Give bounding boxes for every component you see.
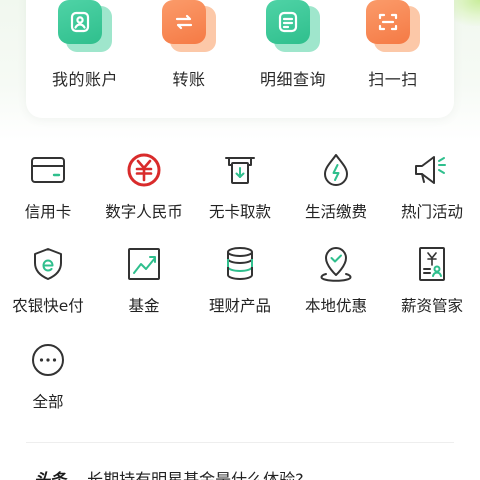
- service-e-pay[interactable]: 农银快e付: [0, 244, 96, 316]
- service-label: 无卡取款: [208, 203, 271, 221]
- credit-card-icon: [28, 150, 68, 190]
- quick-action-label: 扫一扫: [368, 70, 418, 89]
- e-pay-icon: [28, 244, 68, 284]
- quick-action-scan[interactable]: 扫一扫: [348, 0, 438, 90]
- quick-action-transfer[interactable]: 转账: [144, 0, 234, 90]
- more-icon: [28, 340, 68, 380]
- service-label: 生活缴费: [304, 203, 367, 221]
- quick-action-details[interactable]: 明细查询: [248, 0, 338, 90]
- quick-action-label: 转账: [172, 70, 206, 89]
- headline-news[interactable]: 头条 长期持有明星基金是什么体验?: [34, 466, 304, 480]
- service-salary-manager[interactable]: 薪资管家: [384, 244, 480, 316]
- service-wealth-products[interactable]: 理财产品: [192, 244, 288, 316]
- fund-chart-icon: [124, 244, 164, 284]
- service-all[interactable]: 全部: [0, 340, 96, 412]
- scan-icon: [366, 0, 410, 44]
- service-cardless-withdraw[interactable]: 无卡取款: [192, 150, 288, 222]
- account-icon: [58, 0, 102, 44]
- details-icon: [266, 0, 310, 44]
- digital-rmb-icon: [124, 150, 164, 190]
- service-label: 数字人民币: [105, 203, 183, 221]
- service-label: 全部: [32, 393, 64, 411]
- location-pin-icon: [316, 244, 356, 284]
- service-label: 本地优惠: [304, 297, 367, 315]
- service-label: 热门活动: [400, 203, 463, 221]
- service-label: 薪资管家: [400, 297, 463, 315]
- service-hot-events[interactable]: 热门活动: [384, 150, 480, 222]
- section-divider: [26, 442, 454, 443]
- headline-tag: 头条: [34, 470, 67, 480]
- megaphone-icon: [412, 150, 452, 190]
- service-utility-payment[interactable]: 生活缴费: [288, 150, 384, 222]
- service-label: 理财产品: [208, 297, 271, 315]
- service-credit-card[interactable]: 信用卡: [0, 150, 96, 222]
- service-local-deals[interactable]: 本地优惠: [288, 244, 384, 316]
- service-label: 农银快e付: [12, 297, 84, 315]
- headline-text[interactable]: 长期持有明星基金是什么体验?: [87, 470, 304, 480]
- quick-action-my-account[interactable]: 我的账户: [40, 0, 130, 90]
- coin-stack-icon: [220, 244, 260, 284]
- quick-action-label: 我的账户: [51, 70, 118, 89]
- cardless-withdraw-icon: [220, 150, 260, 190]
- quick-actions-card: 我的账户 转账 明细查询 扫一扫: [26, 0, 454, 118]
- service-fund[interactable]: 基金: [96, 244, 192, 316]
- transfer-icon: [162, 0, 206, 44]
- utility-payment-icon: [316, 150, 356, 190]
- salary-doc-icon: [412, 244, 452, 284]
- service-label: 信用卡: [24, 203, 72, 221]
- service-label: 基金: [128, 297, 160, 315]
- quick-action-label: 明细查询: [259, 70, 326, 89]
- service-digital-rmb[interactable]: 数字人民币: [96, 150, 192, 222]
